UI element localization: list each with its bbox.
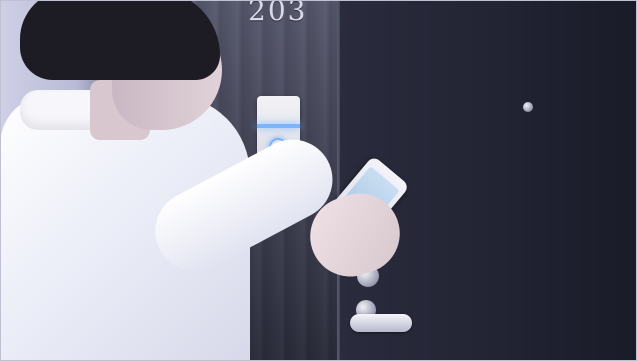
- peephole: [523, 102, 533, 112]
- smart-lock-light-bar: [257, 124, 300, 128]
- photo-scene: 203: [0, 0, 637, 361]
- door-handle: [350, 314, 412, 332]
- room-number: 203: [248, 0, 308, 27]
- woman-hair: [20, 0, 220, 80]
